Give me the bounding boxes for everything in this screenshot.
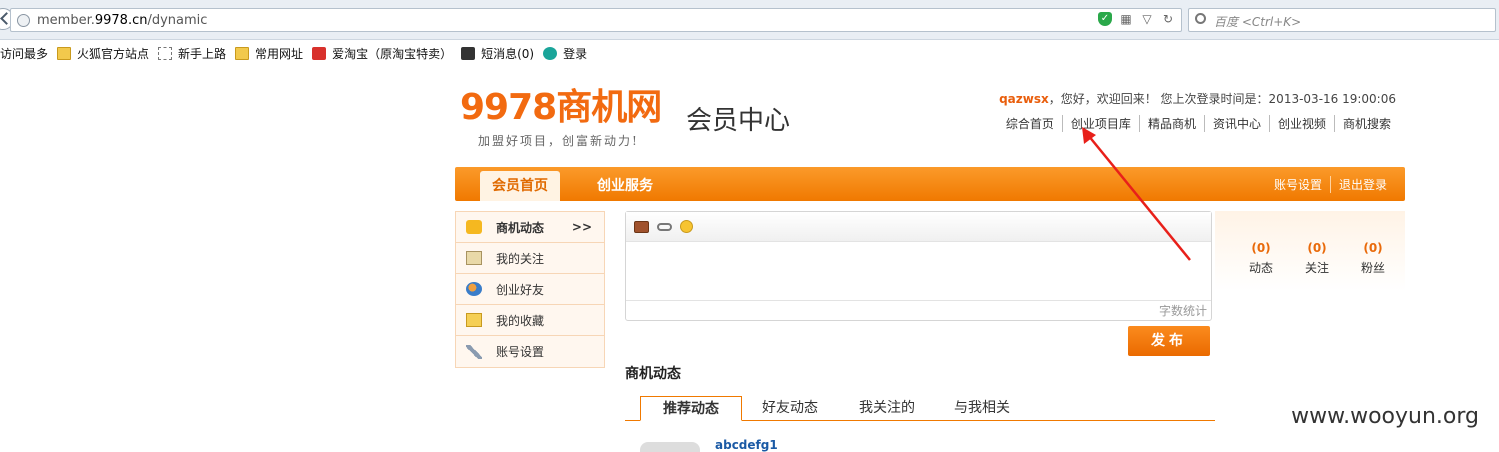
watermark: www.wooyun.org bbox=[1291, 404, 1479, 429]
arrow-line bbox=[1087, 134, 1191, 261]
annotation-arrow bbox=[1082, 127, 1191, 261]
